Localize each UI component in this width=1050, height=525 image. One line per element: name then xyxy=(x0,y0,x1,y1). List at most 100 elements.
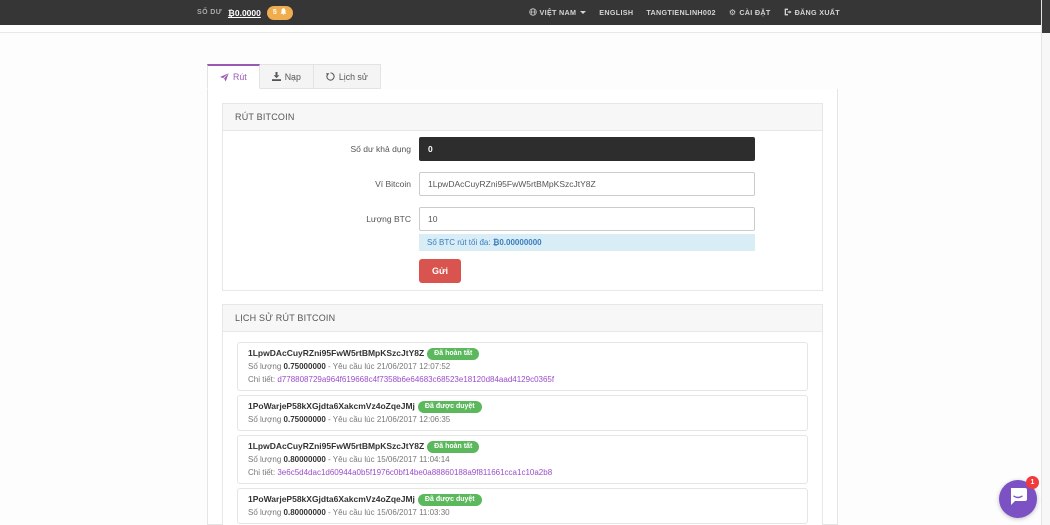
balance-label: SỐ DƯ xyxy=(197,9,222,16)
requested-label: - Yêu cầu lúc xyxy=(328,455,375,464)
history-icon xyxy=(325,72,335,81)
status-badge: Đã được duyệt xyxy=(417,494,482,506)
notification-count: 5 xyxy=(272,9,277,16)
amount-label: Lượng BTC xyxy=(366,214,411,224)
history-entry: 1PoWarjeP58kXGjdta6XakcmVz4oZqeJMj Đã đượ… xyxy=(237,395,808,431)
history-entry-header: 1LpwDAcCuyRZni95FwW5rtBMpKSzcJtY8Z Đã hoà… xyxy=(248,347,797,360)
amount-row: Lượng BTC xyxy=(237,207,808,231)
caret-down-icon xyxy=(580,11,587,14)
history-entry-amount-line: Số lượng 0.75000000 - Yêu cầu lúc 21/06/… xyxy=(248,414,797,426)
wallet-row: Ví Bitcoin xyxy=(237,172,808,196)
settings-link[interactable]: ⚙ CÀI ĐẶT xyxy=(729,8,771,17)
subheader-strip xyxy=(0,25,1050,33)
chat-unread-badge: 1 xyxy=(1026,476,1039,489)
username-label: TANGTIENLINH002 xyxy=(646,8,716,17)
wallet-input[interactable] xyxy=(419,172,755,196)
transaction-hash-link[interactable]: d778808729a964f619668c4f7358b6e64683c685… xyxy=(277,375,554,384)
language-dropdown[interactable]: VIỆT NAM xyxy=(528,7,587,18)
withdraw-panel-title: RÚT BITCOIN xyxy=(222,103,823,131)
transaction-hash-link[interactable]: 3e6c5d4dac1d60944a0b5f1976c0bf14be0a8886… xyxy=(277,468,552,477)
history-entry-header: 1LpwDAcCuyRZni95FwW5rtBMpKSzcJtY8Z Đã hoà… xyxy=(248,440,797,453)
requested-at: 21/06/2017 12:06:35 xyxy=(376,415,451,424)
scrollbar-thumb[interactable] xyxy=(1042,0,1050,33)
available-balance-label: Số dư khả dụng xyxy=(350,144,411,154)
chat-launcher-button[interactable]: 1 xyxy=(999,476,1039,518)
language-english-link[interactable]: ENGLISH xyxy=(599,8,633,17)
amount-value: 0.75000000 xyxy=(283,415,326,424)
requested-at: 15/06/2017 11:03:30 xyxy=(376,508,450,517)
card-body: RÚT BITCOIN Số dư khả dụng 0 Ví Bitcoin … xyxy=(207,89,838,525)
wallet-label: Ví Bitcoin xyxy=(375,179,411,189)
history-entry-address: 1LpwDAcCuyRZni95FwW5rtBMpKSzcJtY8Z xyxy=(248,348,425,358)
topbar-menu: VIỆT NAM ENGLISH TANGTIENLINH002 ⚙ CÀI Đ… xyxy=(528,7,840,18)
amount-label: Số lượng xyxy=(248,455,282,464)
max-btc-note: Số BTC rút tối đa: ₿0.00000000 xyxy=(419,234,755,251)
max-btc-note-value: ₿0.00000000 xyxy=(492,238,542,247)
topbar: SỐ DƯ ₿0.0000 5 VIỆT NAM ENGLISH TANGTIE… xyxy=(0,0,1050,25)
max-btc-note-label: Số BTC rút tối đa: xyxy=(427,238,491,247)
amount-value: 0.80000000 xyxy=(283,508,326,517)
history-entry: 1PoWarjeP58kXGjdta6XakcmVz4oZqeJMj Đã đượ… xyxy=(237,488,808,524)
status-badge: Đã hoàn tất xyxy=(427,348,480,360)
main-card: Rút Nạp Lịch sử RÚT BITCOIN Số dư khả dụ… xyxy=(207,64,838,525)
sign-out-icon xyxy=(784,8,792,18)
history-entry: 1LpwDAcCuyRZni95FwW5rtBMpKSzcJtY8Z Đã hoà… xyxy=(237,342,808,391)
tab-withdraw-label: Rút xyxy=(233,72,247,82)
history-entry-detail-line: Chi tiết: 3e6c5d4dac1d60944a0b5f1976c0bf… xyxy=(248,467,797,479)
tab-deposit-label: Nạp xyxy=(284,71,301,82)
username-link[interactable]: TANGTIENLINH002 xyxy=(646,8,715,17)
requested-at: 15/06/2017 11:04:14 xyxy=(376,455,450,464)
logout-link[interactable]: ĐĂNG XUẤT xyxy=(784,8,840,18)
requested-label: - Yêu cầu lúc xyxy=(328,362,375,371)
chat-bubble-icon xyxy=(1009,488,1027,510)
history-panel-title: LỊCH SỬ RÚT BITCOIN xyxy=(222,304,823,332)
history-entry-amount-line: Số lượng 0.75000000 - Yêu cầu lúc 21/06/… xyxy=(248,361,797,373)
history-entry-amount-line: Số lượng 0.80000000 - Yêu cầu lúc 15/06/… xyxy=(248,507,797,519)
status-badge: Đã hoàn tất xyxy=(427,441,480,453)
balance-group: SỐ DƯ ₿0.0000 5 xyxy=(197,5,293,20)
topbar-container: SỐ DƯ ₿0.0000 5 VIỆT NAM ENGLISH TANGTIE… xyxy=(197,0,840,25)
scrollbar-track[interactable] xyxy=(1041,0,1050,525)
history-entry: 1LpwDAcCuyRZni95FwW5rtBMpKSzcJtY8Z Đã hoà… xyxy=(237,435,808,484)
status-badge: Đã được duyệt xyxy=(417,401,482,413)
history-entry-header: 1PoWarjeP58kXGjdta6XakcmVz4oZqeJMj Đã đượ… xyxy=(248,493,797,506)
detail-label: Chi tiết: xyxy=(248,468,276,477)
bell-icon xyxy=(280,7,287,18)
available-balance-value: 0 xyxy=(419,137,755,161)
history-entry-address: 1LpwDAcCuyRZni95FwW5rtBMpKSzcJtY8Z xyxy=(248,441,425,451)
page: SỐ DƯ ₿0.0000 5 VIỆT NAM ENGLISH TANGTIE… xyxy=(0,0,1050,525)
tab-bar: Rút Nạp Lịch sử xyxy=(207,64,838,89)
amount-label: Số lượng xyxy=(248,415,282,424)
history-entry-address: 1PoWarjeP58kXGjdta6XakcmVz4oZqeJMj xyxy=(248,401,415,411)
balance-value-link[interactable]: ₿0.0000 xyxy=(228,8,261,18)
tab-withdraw[interactable]: Rút xyxy=(207,64,260,89)
history-list: 1LpwDAcCuyRZni95FwW5rtBMpKSzcJtY8Z Đã hoà… xyxy=(222,332,823,525)
logout-label: ĐĂNG XUẤT xyxy=(794,8,840,17)
requested-label: - Yêu cầu lúc xyxy=(328,508,375,517)
amount-input[interactable] xyxy=(419,207,755,231)
history-entry-detail-line: Chi tiết: d778808729a964f619668c4f7358b6… xyxy=(248,374,797,386)
amount-value: 0.75000000 xyxy=(283,362,326,371)
amount-label: Số lượng xyxy=(248,508,282,517)
tab-deposit[interactable]: Nạp xyxy=(259,64,314,89)
requested-at: 21/06/2017 12:07:52 xyxy=(376,362,451,371)
withdraw-form: Số dư khả dụng 0 Ví Bitcoin Lượng BTC Số… xyxy=(222,131,823,291)
requested-label: - Yêu cầu lúc xyxy=(328,415,375,424)
withdraw-panel: RÚT BITCOIN Số dư khả dụng 0 Ví Bitcoin … xyxy=(222,103,823,291)
detail-label: Chi tiết: xyxy=(248,375,276,384)
history-entry-amount-line: Số lượng 0.80000000 - Yêu cầu lúc 15/06/… xyxy=(248,454,797,466)
language-label: VIỆT NAM xyxy=(539,8,577,17)
submit-button[interactable]: Gửi xyxy=(419,259,462,283)
gear-icon: ⚙ xyxy=(728,7,737,17)
send-icon xyxy=(220,72,229,82)
globe-icon xyxy=(528,7,537,18)
english-label: ENGLISH xyxy=(599,8,634,17)
download-icon xyxy=(271,72,281,81)
settings-label: CÀI ĐẶT xyxy=(739,8,771,17)
history-entry-address: 1PoWarjeP58kXGjdta6XakcmVz4oZqeJMj xyxy=(248,494,415,504)
tab-history[interactable]: Lịch sử xyxy=(313,64,381,89)
notification-pill[interactable]: 5 xyxy=(266,5,293,20)
amount-label: Số lượng xyxy=(248,362,282,371)
history-entry-header: 1PoWarjeP58kXGjdta6XakcmVz4oZqeJMj Đã đượ… xyxy=(248,400,797,413)
amount-value: 0.80000000 xyxy=(283,455,326,464)
